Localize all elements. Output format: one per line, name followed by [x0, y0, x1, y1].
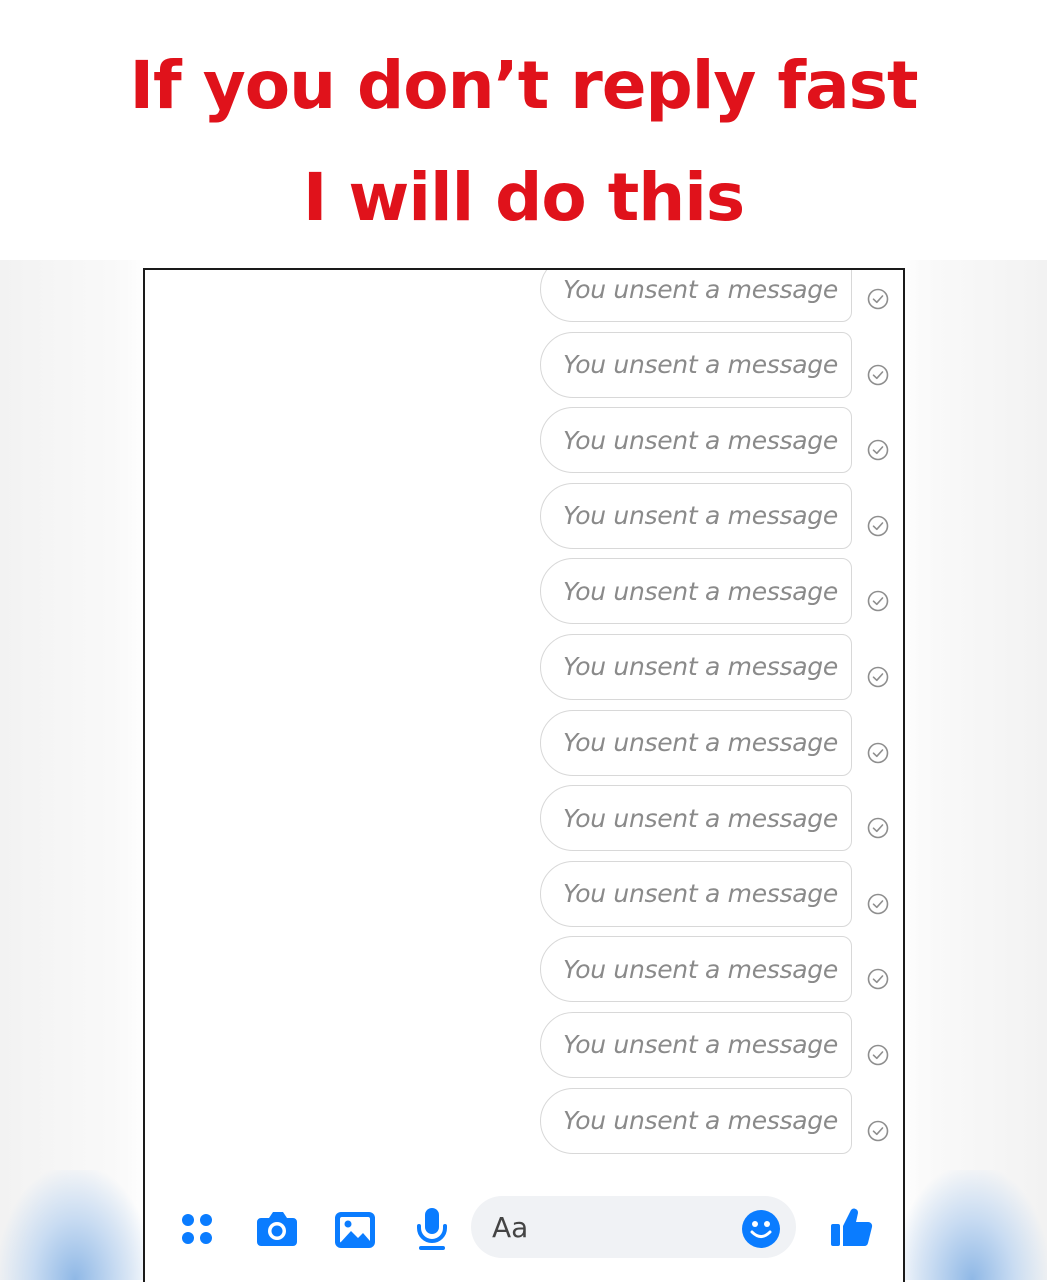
caption-line-1: If you don’t reply fast [129, 47, 918, 124]
message-row[interactable]: You unsent a message [145, 936, 903, 1012]
message-row[interactable]: You unsent a message [145, 1087, 903, 1164]
sent-check-icon [867, 590, 889, 612]
unsent-message-bubble[interactable]: You unsent a message [540, 709, 852, 776]
unsent-message-bubble[interactable]: You unsent a message [540, 1011, 852, 1078]
sent-check-icon [867, 515, 889, 537]
menu-dots-icon[interactable] [180, 1212, 216, 1253]
message-row[interactable]: You unsent a message [145, 558, 903, 634]
sent-check-icon [867, 666, 889, 688]
unsent-message-bubble[interactable]: You unsent a message [540, 558, 852, 625]
message-list[interactable]: You unsent a message You unsent a message… [145, 270, 903, 1164]
emoji-icon[interactable] [741, 1209, 781, 1254]
sent-check-icon [867, 742, 889, 764]
unsent-message-bubble[interactable]: You unsent a message [540, 407, 852, 474]
message-row[interactable]: You unsent a message [145, 1011, 903, 1088]
message-row[interactable]: You unsent a message [145, 270, 903, 332]
sent-check-icon [867, 817, 889, 839]
message-row[interactable]: You unsent a message [145, 331, 903, 408]
message-input-placeholder: Aa [492, 1211, 529, 1244]
message-row[interactable]: You unsent a message [145, 633, 903, 710]
composer-bar: Aa [145, 1192, 903, 1272]
message-row[interactable]: You unsent a message [145, 709, 903, 786]
sent-check-icon [867, 364, 889, 386]
blur-glow-right [897, 1170, 1047, 1280]
camera-icon[interactable] [255, 1208, 299, 1255]
thumbs-up-icon[interactable] [829, 1204, 875, 1255]
sent-check-icon [867, 288, 889, 310]
unsent-message-bubble[interactable]: You unsent a message [540, 270, 852, 322]
unsent-message-bubble[interactable]: You unsent a message [540, 785, 852, 852]
sent-check-icon [867, 1044, 889, 1066]
unsent-message-bubble[interactable]: You unsent a message [540, 936, 852, 1003]
unsent-message-bubble[interactable]: You unsent a message [540, 331, 852, 398]
sent-check-icon [867, 893, 889, 915]
message-row[interactable]: You unsent a message [145, 482, 903, 559]
unsent-message-bubble[interactable]: You unsent a message [540, 860, 852, 927]
message-input[interactable]: Aa [471, 1196, 796, 1258]
microphone-icon[interactable] [415, 1206, 449, 1257]
sent-check-icon [867, 439, 889, 461]
meme-caption: If you don’t reply fast I will do this [0, 30, 1047, 254]
sent-check-icon [867, 1120, 889, 1142]
message-row[interactable]: You unsent a message [145, 785, 903, 861]
blur-glow-left [0, 1170, 150, 1280]
unsent-message-bubble[interactable]: You unsent a message [540, 633, 852, 700]
unsent-message-bubble[interactable]: You unsent a message [540, 1087, 852, 1154]
message-row[interactable]: You unsent a message [145, 860, 903, 937]
message-row[interactable]: You unsent a message [145, 407, 903, 483]
gallery-icon[interactable] [333, 1210, 377, 1255]
caption-line-2: I will do this [302, 159, 745, 236]
chat-screen: You unsent a message You unsent a message… [143, 268, 905, 1282]
sent-check-icon [867, 968, 889, 990]
unsent-message-bubble[interactable]: You unsent a message [540, 482, 852, 549]
